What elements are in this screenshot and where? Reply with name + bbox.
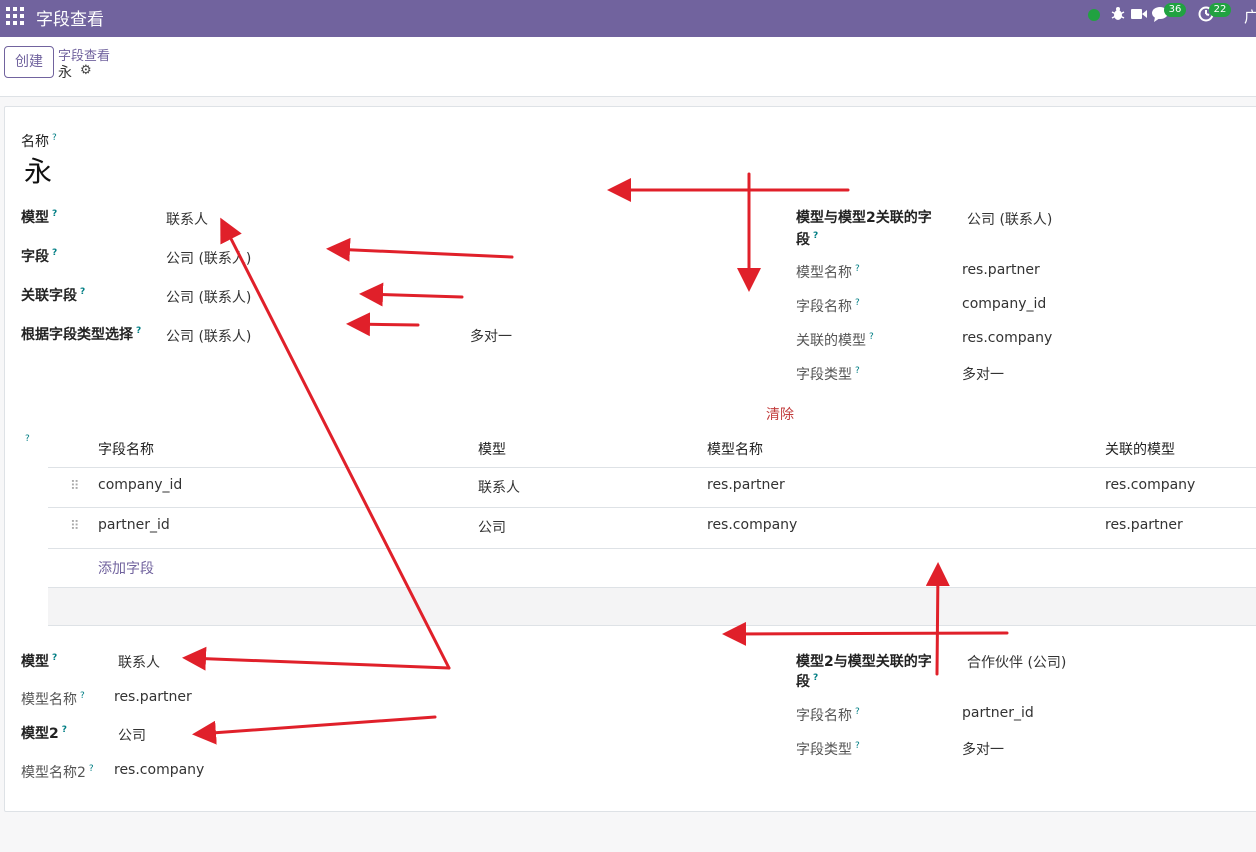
select-by-type-extra: 多对一 xyxy=(470,329,512,345)
table-cell[interactable]: 公司 xyxy=(478,517,506,537)
help-tooltip-icon[interactable]: ? xyxy=(25,434,1256,444)
model-to-model2-field-label: 模型与模型2关联的字 xyxy=(796,210,932,226)
table-cell[interactable]: res.company xyxy=(1105,477,1195,493)
table-cell[interactable]: 联系人 xyxy=(478,477,520,497)
bl-model2-label: 模型2? xyxy=(21,725,67,742)
bl-model-name-label: 模型名称? xyxy=(21,691,85,708)
rt-model-name-value: res.partner xyxy=(962,262,1040,278)
help-tooltip-icon[interactable]: ? xyxy=(62,725,67,735)
breadcrumb-current: 永 xyxy=(58,65,72,81)
br-field-type-label: 字段类型? xyxy=(796,741,860,758)
rt-related-model-label: 关联的模型? xyxy=(796,332,874,349)
rt-model-name-label: 模型名称? xyxy=(796,264,860,281)
rt-related-model-value: res.company xyxy=(962,330,1053,346)
table-cell[interactable]: res.partner xyxy=(707,477,785,493)
column-header-model-name[interactable]: 模型名称 xyxy=(707,439,763,459)
help-tooltip-icon[interactable]: ? xyxy=(855,264,860,274)
table-cell[interactable]: res.company xyxy=(707,517,797,533)
status-indicator-icon xyxy=(1088,9,1100,21)
table-cell[interactable]: res.partner xyxy=(1105,517,1183,533)
add-field-link[interactable]: 添加字段 xyxy=(98,558,154,578)
help-tooltip-icon[interactable]: ? xyxy=(80,287,85,297)
drag-handle-icon[interactable]: ⠿ xyxy=(70,479,79,494)
model-to-model2-field-value[interactable]: 公司 (联系人) xyxy=(967,209,1052,229)
rt-field-name-label: 字段名称? xyxy=(796,298,860,315)
help-tooltip-icon[interactable]: ? xyxy=(813,231,818,241)
br-field-type-value: 多对一 xyxy=(962,742,1004,758)
help-tooltip-icon[interactable]: ? xyxy=(813,673,818,683)
name-field[interactable]: 永 xyxy=(24,150,52,190)
table-footer xyxy=(48,587,1256,626)
bl-model2-field[interactable]: 公司 xyxy=(118,725,146,745)
model-to-model2-field-label-cont: 段? xyxy=(796,231,819,248)
help-tooltip-icon[interactable]: ? xyxy=(52,133,57,143)
rt-field-type-label: 字段类型? xyxy=(796,366,860,383)
model2-to-model-field-value[interactable]: 合作伙伴 (公司) xyxy=(967,652,1066,672)
help-tooltip-icon[interactable]: ? xyxy=(136,326,141,336)
app-title[interactable]: 字段查看 xyxy=(36,5,104,30)
create-button[interactable]: 创建 xyxy=(4,46,54,78)
top-navbar: 字段查看 36 22 广 xyxy=(0,0,1256,37)
bl-model-label: 模型? xyxy=(21,653,58,670)
field-field[interactable]: 公司 (联系人) xyxy=(166,248,251,268)
gear-icon[interactable]: ⚙ xyxy=(80,63,92,78)
apps-menu-icon[interactable] xyxy=(6,7,24,25)
select-by-type-label: 根据字段类型选择? xyxy=(21,326,142,343)
help-tooltip-icon[interactable]: ? xyxy=(869,332,874,342)
rt-field-type-value: 多对一 xyxy=(962,367,1004,383)
bl-model-field[interactable]: 联系人 xyxy=(118,652,160,672)
table-cell[interactable]: company_id xyxy=(98,477,182,493)
br-field-name-label: 字段名称? xyxy=(796,707,860,724)
rt-field-name-value: company_id xyxy=(962,296,1047,312)
messages-count-badge: 36 xyxy=(1164,3,1186,17)
video-camera-icon[interactable] xyxy=(1131,8,1147,24)
help-tooltip-icon[interactable]: ? xyxy=(855,298,860,308)
related-field-field[interactable]: 公司 (联系人) xyxy=(166,287,251,307)
help-tooltip-icon[interactable]: ? xyxy=(855,741,860,751)
help-tooltip-icon[interactable]: ? xyxy=(52,653,57,663)
column-header-field-name[interactable]: 字段名称 xyxy=(98,439,154,459)
help-tooltip-icon[interactable]: ? xyxy=(52,209,57,219)
activities-count-badge: 22 xyxy=(1209,3,1231,17)
model2-to-model-field-label-cont: 段? xyxy=(796,673,819,690)
select-by-type-field[interactable]: 公司 (联系人) xyxy=(166,326,251,346)
table-divider xyxy=(48,507,1256,508)
table-cell[interactable]: partner_id xyxy=(98,517,170,533)
company-switcher[interactable]: 广 xyxy=(1244,6,1256,27)
help-tooltip-icon[interactable]: ? xyxy=(855,366,860,376)
model-field[interactable]: 联系人 xyxy=(166,209,208,229)
bl-model-name-value: res.partner xyxy=(114,689,192,705)
clear-button[interactable]: 清除 xyxy=(766,404,794,424)
table-divider xyxy=(48,467,1256,468)
help-tooltip-icon[interactable]: ? xyxy=(52,248,57,258)
column-header-related-model[interactable]: 关联的模型 xyxy=(1105,439,1175,459)
model-label: 模型? xyxy=(21,209,58,226)
bl-model-name2-value: res.company xyxy=(114,762,205,778)
help-tooltip-icon[interactable]: ? xyxy=(89,764,94,774)
help-tooltip-icon[interactable]: ? xyxy=(855,707,860,717)
field-label: 字段? xyxy=(21,248,58,265)
name-label: 名称? xyxy=(21,133,57,150)
bl-model-name2-label: 模型名称2? xyxy=(21,764,94,781)
control-panel: 创建 字段查看 永 ⚙ xyxy=(0,37,1256,97)
related-field-label: 关联字段? xyxy=(21,287,86,304)
bug-icon[interactable] xyxy=(1111,6,1125,26)
br-field-name-value: partner_id xyxy=(962,705,1034,721)
drag-handle-icon[interactable]: ⠿ xyxy=(70,519,79,534)
model2-to-model-field-label: 模型2与模型关联的字 xyxy=(796,654,932,670)
column-header-model[interactable]: 模型 xyxy=(478,439,506,459)
help-tooltip-icon[interactable]: ? xyxy=(80,691,85,701)
table-divider xyxy=(48,548,1256,549)
